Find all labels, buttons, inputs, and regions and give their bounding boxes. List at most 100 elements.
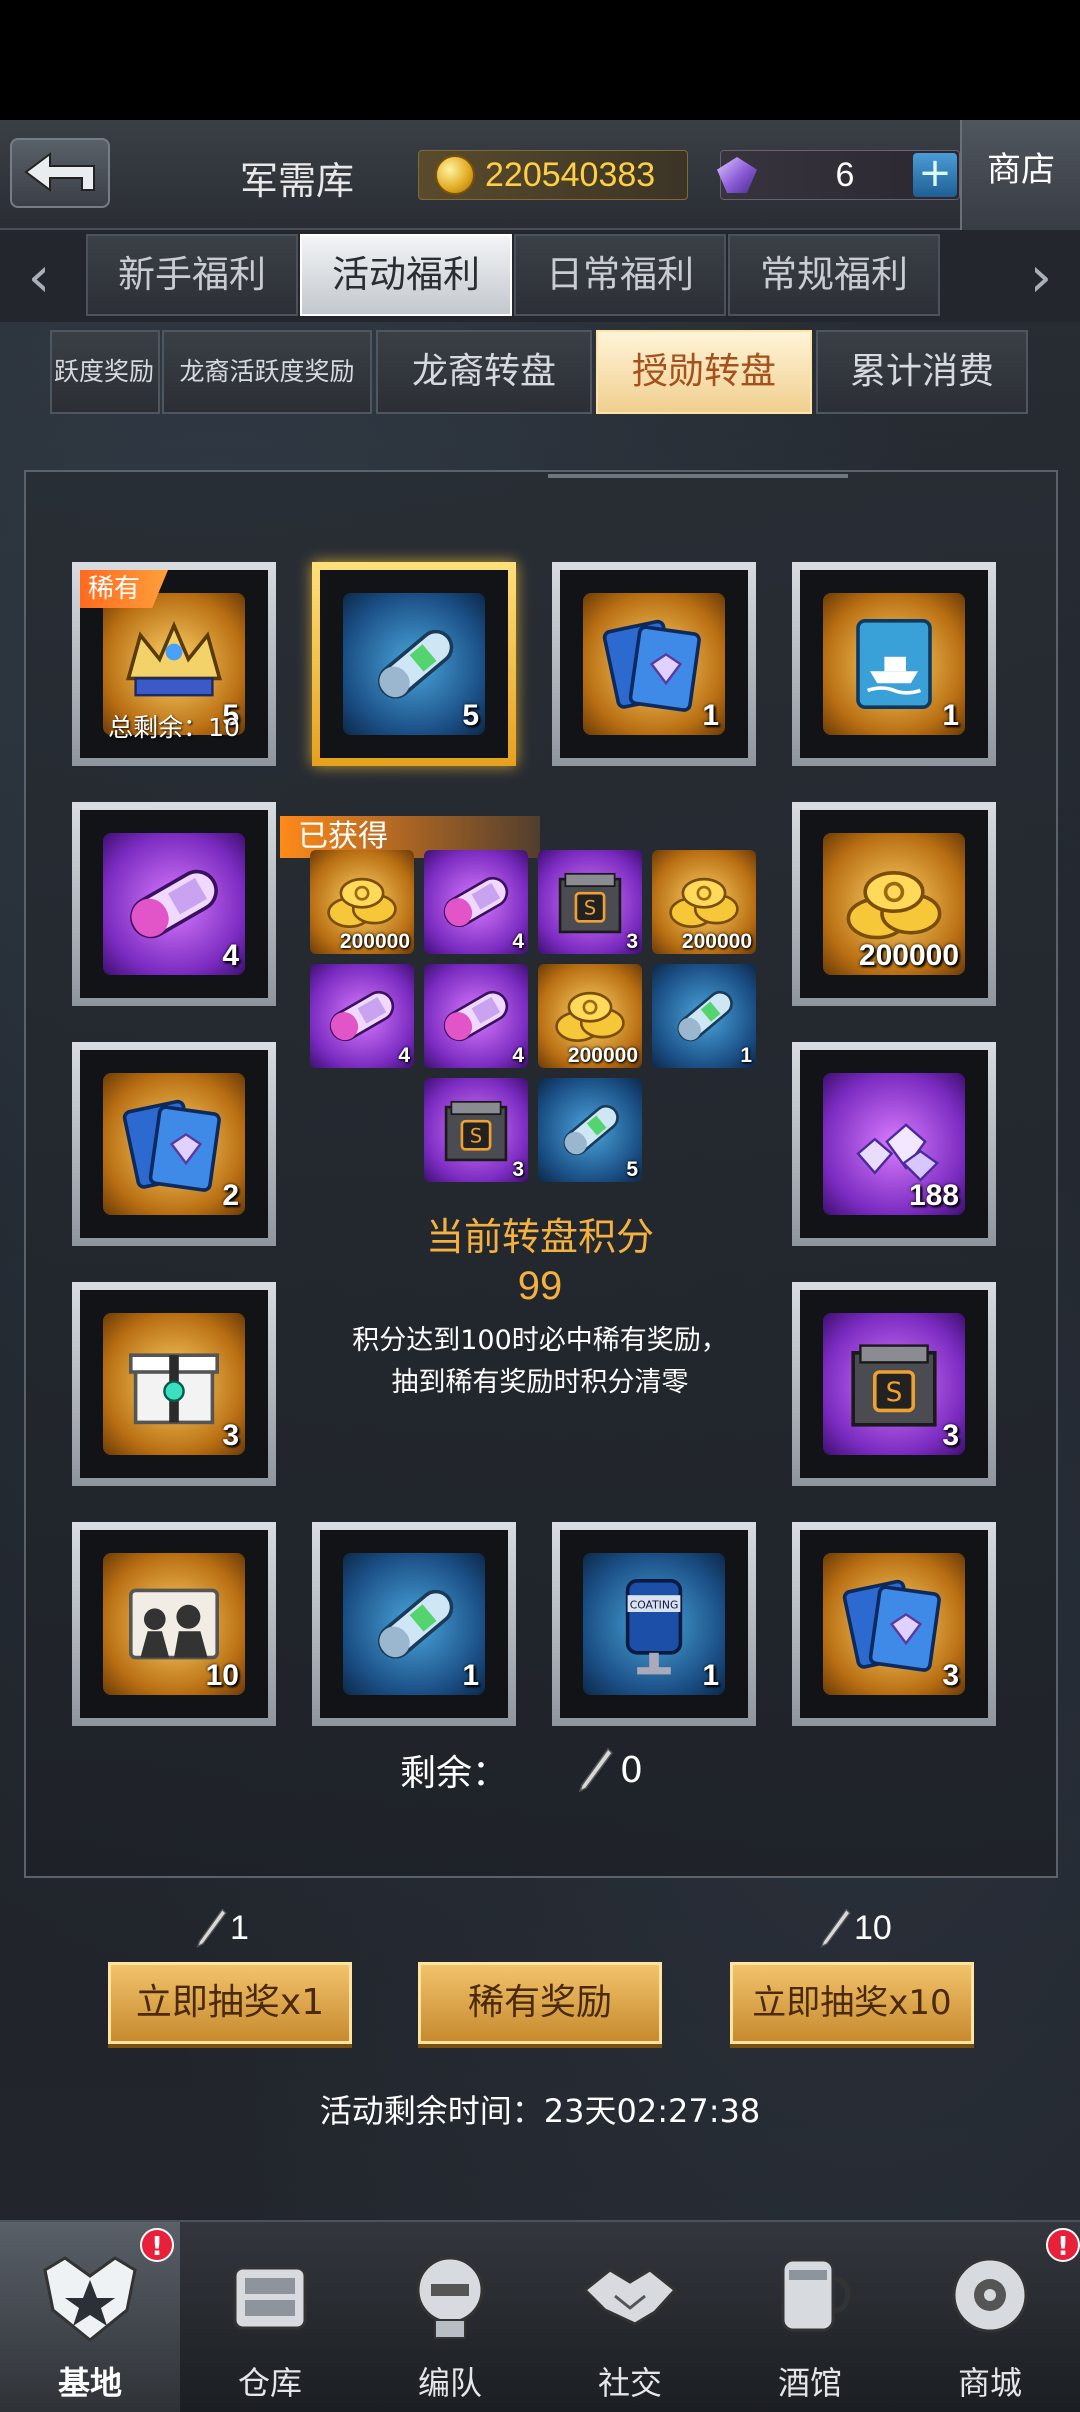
blue-capsule-icon: 5 bbox=[343, 593, 485, 735]
wheel-item-frame: 1 bbox=[320, 1530, 508, 1718]
svg-text:COATING: COATING bbox=[630, 1598, 679, 1611]
chevron-right-icon[interactable]: › bbox=[1016, 250, 1066, 310]
wheel-item-frame: 5 bbox=[320, 570, 508, 758]
item-count: 3 bbox=[222, 1419, 239, 1452]
obtained-item[interactable]: 4 bbox=[424, 850, 528, 954]
purple-capsule-icon bbox=[318, 972, 406, 1060]
wheel-item-frame: 1 bbox=[560, 570, 748, 758]
item-count: 200000 bbox=[339, 930, 410, 953]
svg-text:S: S bbox=[584, 896, 596, 919]
sub-tabs: 跃度奖励 龙裔活跃度奖励 龙裔转盘 授勋转盘 累计消费 bbox=[0, 326, 1080, 418]
subtab-dragon-activity-reward[interactable]: 龙裔活跃度奖励 bbox=[162, 330, 372, 414]
subtab-medal-wheel[interactable]: 授勋转盘 bbox=[596, 330, 812, 414]
obtained-item[interactable]: S3 bbox=[538, 850, 642, 954]
nav-label-formation: 编队 bbox=[417, 2364, 482, 2402]
wheel-item-frame: 3 bbox=[800, 1530, 988, 1718]
item-count: 200000 bbox=[567, 1044, 638, 1067]
nav-tavern[interactable]: 酒馆 bbox=[720, 2222, 900, 2412]
item-count: 4 bbox=[512, 1044, 524, 1067]
nav-warehouse[interactable]: 仓库 bbox=[180, 2222, 360, 2412]
wheel-item[interactable]: 5 bbox=[312, 562, 516, 766]
wheel-item[interactable]: 1 bbox=[552, 562, 756, 766]
obtained-item[interactable]: 200000 bbox=[310, 850, 414, 954]
formation-icon bbox=[416, 2256, 484, 2339]
purple-capsule-icon bbox=[432, 858, 520, 946]
nav-social[interactable]: 社交 bbox=[540, 2222, 720, 2412]
obtained-item[interactable]: 5 bbox=[538, 1078, 642, 1182]
blue-capsule-icon: 1 bbox=[343, 1553, 485, 1695]
draw-x10-button[interactable]: 立即抽奖x10 bbox=[730, 1962, 974, 2044]
blue-capsule-icon bbox=[546, 1086, 634, 1174]
shop-button[interactable]: 商店 bbox=[960, 120, 1080, 230]
wheel-item[interactable]: 10 bbox=[72, 1522, 276, 1726]
item-count: 1 bbox=[702, 699, 719, 732]
tab-event-benefits[interactable]: 活动福利 bbox=[300, 234, 512, 316]
alert-badge: ! bbox=[1046, 2228, 1080, 2262]
wheel-item-frame: 5 稀有 总剩余：10 bbox=[80, 570, 268, 758]
item-count: 10 bbox=[205, 1659, 239, 1692]
back-button[interactable] bbox=[10, 138, 110, 208]
chevron-left-icon[interactable]: ‹ bbox=[14, 250, 64, 310]
obtained-item[interactable]: 4 bbox=[424, 964, 528, 1068]
wheel-item[interactable]: 5 稀有 总剩余：10 bbox=[72, 562, 276, 766]
gem-currency: 6 + bbox=[717, 150, 960, 200]
score-note-line2: 抽到稀有奖励时积分清零 bbox=[391, 1367, 689, 1398]
svg-text:S: S bbox=[470, 1124, 482, 1147]
subtab-dragon-wheel[interactable]: 龙裔转盘 bbox=[376, 330, 592, 414]
subtab-activity-reward[interactable]: 跃度奖励 bbox=[50, 330, 160, 414]
rare-rewards-button[interactable]: 稀有奖励 bbox=[418, 1962, 662, 2044]
back-arrow-icon bbox=[24, 152, 95, 192]
item-count: 4 bbox=[512, 930, 524, 953]
remaining-tickets: 剩余： 0 bbox=[400, 1740, 700, 1800]
draw10-cost: 10 bbox=[814, 1906, 892, 1950]
item-count: 1 bbox=[702, 1659, 719, 1692]
top-bar: 军需库 220540383 6 + 商店 bbox=[0, 120, 1080, 230]
wheel-item[interactable]: 4 bbox=[72, 802, 276, 1006]
nav-mall[interactable]: 商城 ! bbox=[900, 2222, 1080, 2412]
item-count: 3 bbox=[626, 930, 638, 953]
pen-ticket-icon bbox=[820, 1908, 851, 1948]
nav-label-warehouse: 仓库 bbox=[237, 2364, 302, 2402]
mystery-box-icon: S bbox=[432, 1086, 520, 1174]
wheel-item[interactable]: 1 bbox=[312, 1522, 516, 1726]
wheel-item-frame: 1 bbox=[800, 570, 988, 758]
ship-card-icon: 1 bbox=[823, 593, 965, 735]
obtained-item[interactable]: 200000 bbox=[538, 964, 642, 1068]
gold-coins-icon: 200000 bbox=[823, 833, 965, 975]
item-count: 1 bbox=[462, 1659, 479, 1692]
wheel-score-note: 积分达到100时必中稀有奖励， 抽到稀有奖励时积分清零 bbox=[0, 1320, 1080, 1404]
wheel-item[interactable]: 3 bbox=[792, 1522, 996, 1726]
tab-newbie-benefits[interactable]: 新手福利 bbox=[86, 234, 298, 316]
gem-amount: 6 bbox=[835, 155, 855, 194]
tab-daily-benefits[interactable]: 日常福利 bbox=[514, 234, 726, 316]
nav-label-social: 社交 bbox=[597, 2364, 662, 2402]
wheel-item-frame: 4 bbox=[80, 810, 268, 998]
gold-amount: 220540383 bbox=[485, 155, 656, 194]
item-count: 200000 bbox=[858, 939, 959, 972]
wheel-item-frame: 10 bbox=[80, 1530, 268, 1718]
obtained-item[interactable]: 200000 bbox=[652, 850, 756, 954]
add-gems-button[interactable]: + bbox=[913, 153, 957, 197]
wheel-item[interactable]: 1 bbox=[792, 562, 996, 766]
draw1-cost-value: 1 bbox=[230, 1908, 249, 1947]
main-tabs: ‹ 新手福利 活动福利 日常福利 常规福利 › bbox=[0, 230, 1080, 322]
draw10-cost-value: 10 bbox=[854, 1908, 892, 1947]
subtab-cumulative-spending[interactable]: 累计消费 bbox=[816, 330, 1028, 414]
item-count: 200000 bbox=[681, 930, 752, 953]
wheel-item-frame: 200000 bbox=[800, 810, 988, 998]
nav-base[interactable]: 基地 ! bbox=[0, 2222, 180, 2412]
draw-x1-button[interactable]: 立即抽奖x1 bbox=[108, 1962, 352, 2044]
wheel-item[interactable]: COATING 1 bbox=[552, 1522, 756, 1726]
obtained-item[interactable]: S3 bbox=[424, 1078, 528, 1182]
nav-formation[interactable]: 编队 bbox=[360, 2222, 540, 2412]
tab-regular-benefits[interactable]: 常规福利 bbox=[728, 234, 940, 316]
remaining-label: 剩余： bbox=[400, 1753, 509, 1794]
wheel-item[interactable]: 200000 bbox=[792, 802, 996, 1006]
diamond-icon bbox=[717, 157, 757, 193]
purple-capsule-icon bbox=[432, 972, 520, 1060]
item-count: 3 bbox=[942, 1659, 959, 1692]
obtained-item[interactable]: 1 bbox=[652, 964, 756, 1068]
remaining-value: 0 bbox=[620, 1749, 643, 1791]
handshake-icon bbox=[582, 2268, 678, 2326]
obtained-item[interactable]: 4 bbox=[310, 964, 414, 1068]
